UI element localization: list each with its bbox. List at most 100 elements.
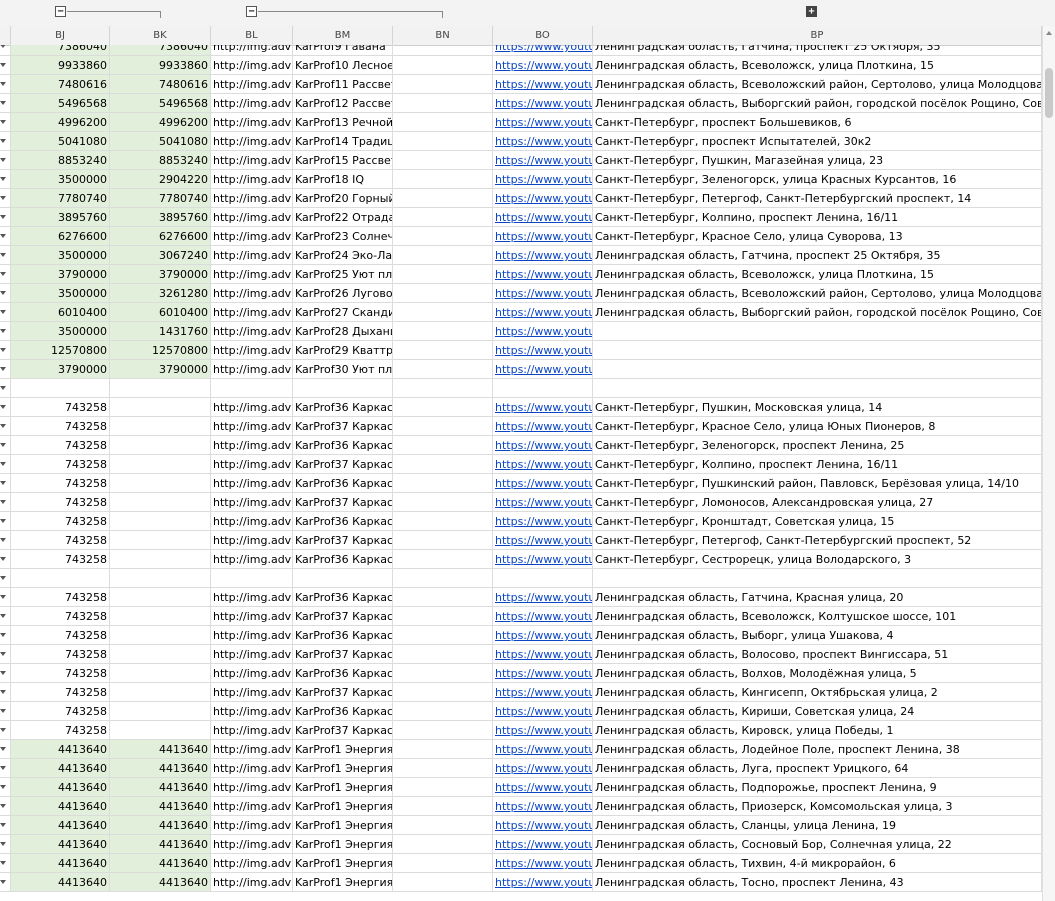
cell-bp[interactable]: Ленинградская область, Лодейное Поле, пр… <box>593 740 1042 759</box>
row-gutter[interactable] <box>0 113 11 132</box>
expand-group-button[interactable]: + <box>806 6 817 17</box>
cell-bj[interactable]: 743258 <box>11 721 110 740</box>
cell-bp[interactable]: Ленинградская область, Кировск, улица По… <box>593 721 1042 740</box>
row-dropdown-icon[interactable] <box>0 747 6 751</box>
cell-bo[interactable]: https://www.youtub <box>493 759 593 778</box>
cell-bo[interactable]: https://www.youtub <box>493 512 593 531</box>
cell-bm[interactable]: KarProf18 IQ <box>293 170 393 189</box>
column-header-bj[interactable]: BJ <box>11 26 110 45</box>
cell-bj[interactable]: 743258 <box>11 531 110 550</box>
youtube-link[interactable]: https://www.youtub <box>495 59 592 72</box>
row-dropdown-icon[interactable] <box>0 101 6 105</box>
row-dropdown-icon[interactable] <box>0 196 6 200</box>
youtube-link[interactable]: https://www.youtub <box>495 819 592 832</box>
cell-bm[interactable]: KarProf24 Эко-Лайф <box>293 246 393 265</box>
cell-bm[interactable]: KarProf13 Речной <box>293 113 393 132</box>
cell-bl[interactable]: http://img.adviz <box>211 721 293 740</box>
cell-bj[interactable]: 3500000 <box>11 246 110 265</box>
row-dropdown-icon[interactable] <box>0 120 6 124</box>
cell-bo[interactable]: https://www.youtub <box>493 531 593 550</box>
cell-bk[interactable] <box>110 455 211 474</box>
cell-bo[interactable] <box>493 569 593 588</box>
cell-bn[interactable] <box>393 531 493 550</box>
youtube-link[interactable]: https://www.youtub <box>495 705 592 718</box>
cell-bm[interactable]: KarProf11 Рассвет стандарт <box>293 75 393 94</box>
cell-bk[interactable]: 4413640 <box>110 816 211 835</box>
cell-bn[interactable] <box>393 151 493 170</box>
cell-bj[interactable]: 9933860 <box>11 56 110 75</box>
cell-bo[interactable]: https://www.youtub <box>493 740 593 759</box>
cell-bl[interactable]: http://img.adviz <box>211 512 293 531</box>
cell-bp[interactable]: Ленинградская область, Выборг, улица Уша… <box>593 626 1042 645</box>
cell-bo[interactable]: https://www.youtub <box>493 360 593 379</box>
row-gutter[interactable] <box>0 341 11 360</box>
cell-bj[interactable]: 743258 <box>11 607 110 626</box>
cell-bm[interactable]: KarProf23 Солнечный <box>293 227 393 246</box>
row-gutter[interactable] <box>0 75 11 94</box>
cell-bj[interactable]: 4413640 <box>11 873 110 892</box>
cell-bk[interactable]: 3790000 <box>110 265 211 284</box>
cell-bm[interactable]: KarProf10 Лесное озеро <box>293 56 393 75</box>
youtube-link[interactable]: https://www.youtub <box>495 781 592 794</box>
cell-bk[interactable] <box>110 379 211 398</box>
cell-bn[interactable] <box>393 588 493 607</box>
row-gutter[interactable] <box>0 588 11 607</box>
cell-bk[interactable] <box>110 550 211 569</box>
cell-bj[interactable]: 743258 <box>11 417 110 436</box>
row-gutter[interactable] <box>0 170 11 189</box>
cell-bl[interactable]: http://img.adviz <box>211 740 293 759</box>
cell-bl[interactable]: http://img.adviz <box>211 531 293 550</box>
youtube-link[interactable]: https://www.youtub <box>495 344 592 357</box>
cell-bo[interactable]: https://www.youtub <box>493 664 593 683</box>
youtube-link[interactable]: https://www.youtub <box>495 553 592 566</box>
youtube-link[interactable]: https://www.youtub <box>495 230 592 243</box>
cell-bp[interactable] <box>593 341 1042 360</box>
cell-bo[interactable]: https://www.youtub <box>493 607 593 626</box>
row-dropdown-icon[interactable] <box>0 842 6 846</box>
youtube-link[interactable]: https://www.youtub <box>495 629 592 642</box>
cell-bo[interactable]: https://www.youtub <box>493 246 593 265</box>
cell-bn[interactable] <box>393 664 493 683</box>
cell-bj[interactable]: 743258 <box>11 436 110 455</box>
youtube-link[interactable]: https://www.youtub <box>495 401 592 414</box>
youtube-link[interactable]: https://www.youtub <box>495 591 592 604</box>
cell-bn[interactable] <box>393 493 493 512</box>
cell-bm[interactable]: KarProf29 Кваттро <box>293 341 393 360</box>
cell-bk[interactable]: 6010400 <box>110 303 211 322</box>
cell-bl[interactable]: http://img.adviz <box>211 341 293 360</box>
cell-bk[interactable]: 2904220 <box>110 170 211 189</box>
cell-bp[interactable]: Ленинградская область, Волосово, проспек… <box>593 645 1042 664</box>
row-gutter[interactable] <box>0 569 11 588</box>
cell-bm[interactable]: KarProf20 Горный <box>293 189 393 208</box>
cell-bo[interactable]: https://www.youtub <box>493 45 593 56</box>
cell-bk[interactable] <box>110 436 211 455</box>
row-dropdown-icon[interactable] <box>0 861 6 865</box>
cell-bk[interactable]: 3067240 <box>110 246 211 265</box>
row-gutter[interactable] <box>0 132 11 151</box>
cell-bp[interactable]: Ленинградская область, Всеволожский райо… <box>593 75 1042 94</box>
youtube-link[interactable]: https://www.youtub <box>495 116 592 129</box>
row-dropdown-icon[interactable] <box>0 443 6 447</box>
row-gutter[interactable] <box>0 208 11 227</box>
cell-bo[interactable]: https://www.youtub <box>493 303 593 322</box>
cell-bp[interactable]: Ленинградская область, Всеволожский райо… <box>593 284 1042 303</box>
cell-bk[interactable] <box>110 417 211 436</box>
row-dropdown-icon[interactable] <box>0 215 6 219</box>
cell-bp[interactable]: Ленинградская область, Выборгский район,… <box>593 303 1042 322</box>
cell-bp[interactable]: Санкт-Петербург, проспект Испытателей, 3… <box>593 132 1042 151</box>
cell-bj[interactable]: 6276600 <box>11 227 110 246</box>
row-dropdown-icon[interactable] <box>0 272 6 276</box>
cell-bj[interactable]: 743258 <box>11 588 110 607</box>
cell-bn[interactable] <box>393 474 493 493</box>
cell-bl[interactable]: http://img.adviz <box>211 360 293 379</box>
cell-bp[interactable]: Санкт-Петербург, Красное Село, улица Сув… <box>593 227 1042 246</box>
cell-bp[interactable]: Ленинградская область, Гатчина, Красная … <box>593 588 1042 607</box>
cell-bp[interactable]: Санкт-Петербург, Пушкин, Магазейная улиц… <box>593 151 1042 170</box>
cell-bj[interactable] <box>11 379 110 398</box>
cell-bm[interactable]: KarProf37 Каркас <box>293 607 393 626</box>
cell-bl[interactable]: http://img.adviz <box>211 816 293 835</box>
column-header-bk[interactable]: BK <box>110 26 211 45</box>
cell-bk[interactable]: 4413640 <box>110 759 211 778</box>
cell-bn[interactable] <box>393 170 493 189</box>
cell-bn[interactable] <box>393 626 493 645</box>
